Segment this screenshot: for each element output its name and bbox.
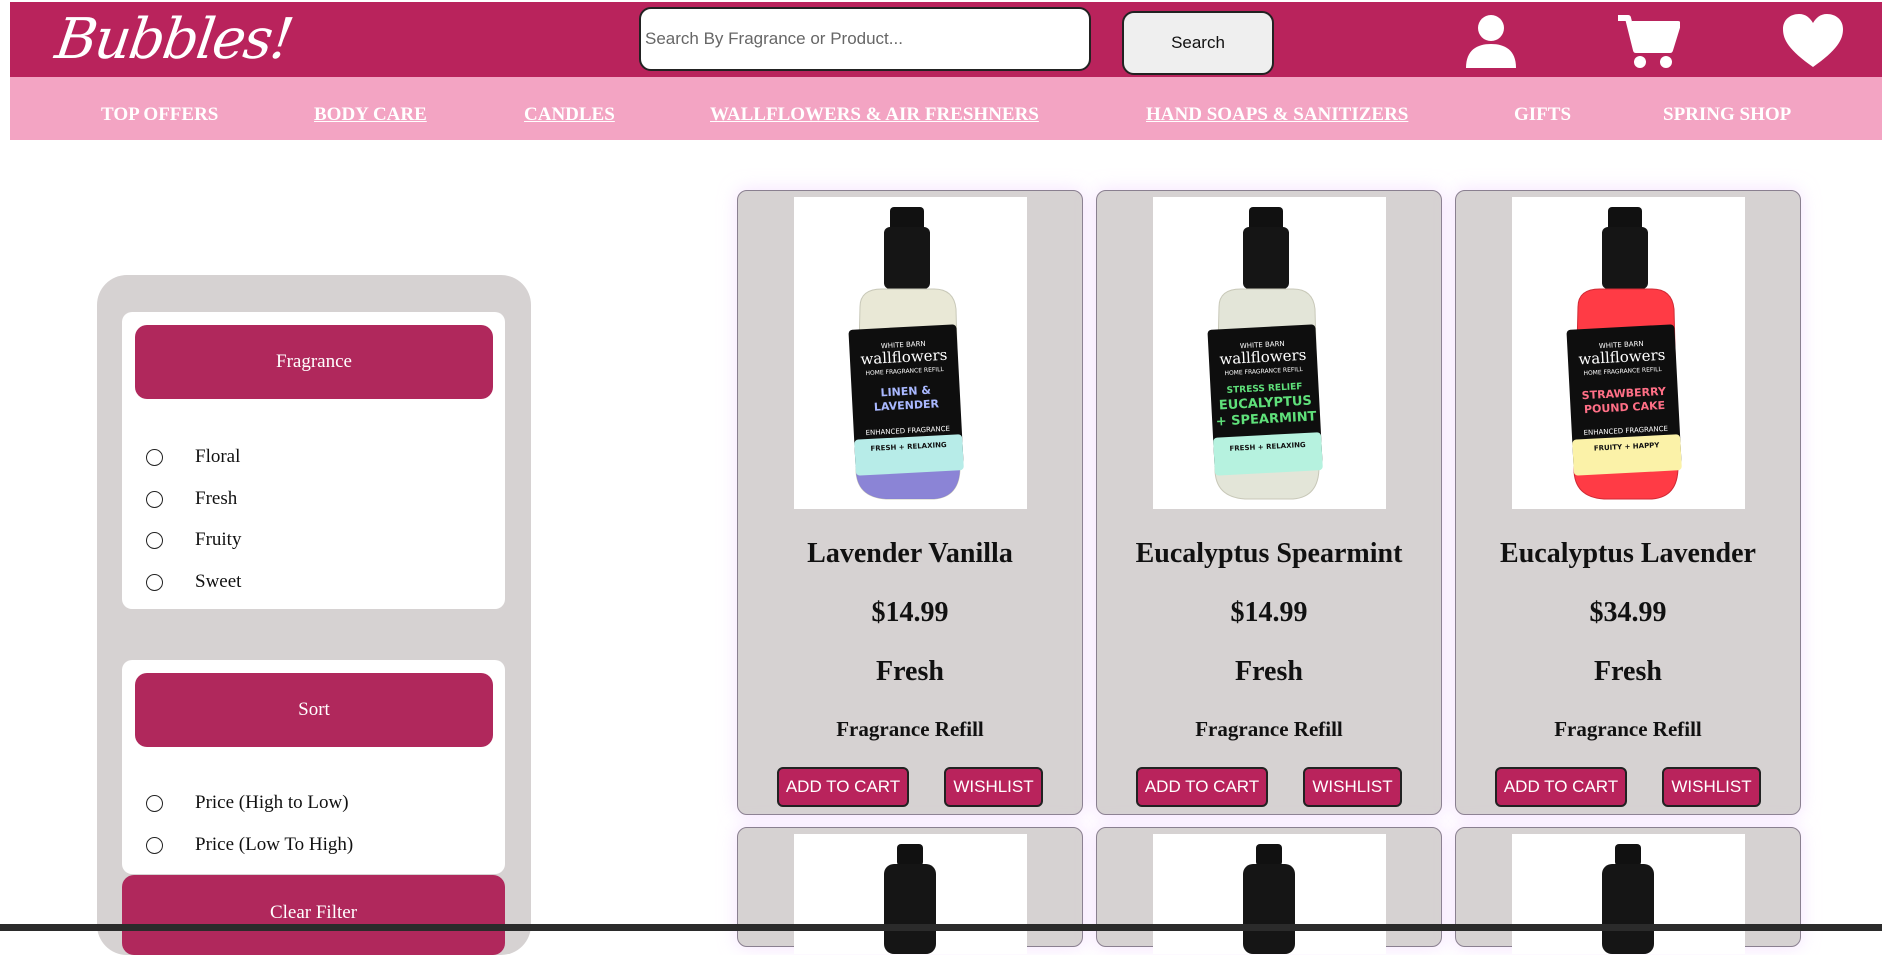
product-category: Fragrance Refill [1195, 717, 1343, 741]
product-card: WHITE BARN wallflowers HOME FRAGRANCE RE… [737, 190, 1083, 815]
fragrance-filter-panel: Fragrance Floral Fresh Fruity Sweet [122, 312, 505, 609]
radio-button[interactable] [146, 573, 163, 591]
nav-body-care[interactable]: BODY CARE [314, 77, 427, 140]
nav-top-offers[interactable]: TOP OFFERS [101, 77, 218, 140]
nav-spring-shop[interactable]: SPRING SHOP [1663, 77, 1791, 140]
add-to-cart-button[interactable]: ADD TO CART [777, 767, 909, 807]
clear-filter-button[interactable]: Clear Filter [122, 875, 505, 955]
bottle-illustration [884, 844, 936, 954]
sort-panel: Sort Price (High to Low) Price (Low To H… [122, 660, 505, 874]
category-nav: TOP OFFERS BODY CARE CANDLES WALLFLOWERS… [10, 77, 1882, 140]
product-card: WHITE BARN wallflowers HOME FRAGRANCE RE… [1096, 190, 1442, 815]
product-price: $34.99 [1589, 597, 1667, 628]
product-image[interactable] [1512, 834, 1745, 954]
bottle-illustration: WHITE BARN wallflowers HOME FRAGRANCE RE… [848, 207, 964, 500]
nav-candles[interactable]: CANDLES [524, 77, 615, 140]
sort-option-label: Price (Low To High) [195, 834, 354, 855]
product-image[interactable]: WHITE BARN wallflowers HOME FRAGRANCE RE… [1512, 197, 1745, 509]
user-icon[interactable] [1463, 12, 1519, 70]
product-name[interactable]: Eucalyptus Spearmint [1097, 538, 1441, 570]
top-header: Bubbles! Search [10, 2, 1882, 77]
nav-hand-soaps[interactable]: HAND SOAPS & SANITIZERS [1146, 77, 1408, 140]
filter-option-label: Fresh [195, 488, 238, 509]
product-fragrance-type: Fresh [1594, 656, 1662, 687]
filter-option-sweet[interactable]: Sweet [146, 567, 241, 597]
product-fragrance-type: Fresh [876, 656, 944, 687]
sort-option-low-to-high[interactable]: Price (Low To High) [146, 830, 353, 860]
sort-option-label: Price (High to Low) [195, 792, 349, 813]
product-image[interactable]: WHITE BARN wallflowers HOME FRAGRANCE RE… [794, 197, 1027, 509]
wishlist-button[interactable]: WISHLIST [1662, 767, 1761, 807]
search-button[interactable]: Search [1122, 11, 1274, 75]
bottle-illustration: WHITE BARN wallflowers HOME FRAGRANCE RE… [1566, 207, 1682, 500]
radio-button[interactable] [146, 531, 163, 549]
search-input[interactable] [639, 7, 1091, 71]
filter-option-floral[interactable]: Floral [146, 442, 240, 472]
cart-icon[interactable] [1616, 12, 1681, 70]
bottle-illustration [1243, 844, 1295, 954]
bottle-illustration: WHITE BARN wallflowers HOME FRAGRANCE RE… [1207, 207, 1323, 500]
product-name[interactable]: Eucalyptus Lavender [1456, 538, 1800, 570]
radio-button[interactable] [146, 836, 163, 854]
nav-gifts[interactable]: GIFTS [1514, 77, 1571, 140]
radio-button[interactable] [146, 490, 163, 508]
nav-wallflowers[interactable]: WALLFLOWERS & AIR FRESHNERS [710, 77, 1039, 140]
filter-option-label: Floral [195, 446, 241, 467]
product-card: WHITE BARN wallflowers HOME FRAGRANCE RE… [1455, 190, 1801, 815]
product-fragrance-type: Fresh [1235, 656, 1303, 687]
product-image[interactable]: WHITE BARN wallflowers HOME FRAGRANCE RE… [1153, 197, 1386, 509]
svg-text:LINEN &: LINEN & [880, 384, 931, 400]
fragrance-filter-header[interactable]: Fragrance [135, 325, 493, 399]
site-logo[interactable]: Bubbles! [51, 4, 296, 76]
product-price: $14.99 [1230, 597, 1308, 628]
bottle-illustration [1602, 844, 1654, 954]
filter-option-label: Fruity [195, 529, 242, 550]
add-to-cart-button[interactable]: ADD TO CART [1136, 767, 1268, 807]
wishlist-button[interactable]: WISHLIST [944, 767, 1043, 807]
product-image[interactable] [794, 834, 1027, 954]
window-bottom-edge [0, 924, 1882, 931]
wishlist-button[interactable]: WISHLIST [1303, 767, 1402, 807]
product-price: $14.99 [871, 597, 949, 628]
product-image[interactable] [1153, 834, 1386, 954]
product-category: Fragrance Refill [1554, 717, 1702, 741]
add-to-cart-button[interactable]: ADD TO CART [1495, 767, 1627, 807]
radio-button[interactable] [146, 448, 163, 466]
filter-option-fruity[interactable]: Fruity [146, 525, 241, 555]
product-category: Fragrance Refill [836, 717, 984, 741]
sort-header[interactable]: Sort [135, 673, 493, 747]
filter-sidebar: Fragrance Floral Fresh Fruity Sweet Sort… [97, 275, 531, 955]
product-name[interactable]: Lavender Vanilla [738, 538, 1082, 570]
filter-option-fresh[interactable]: Fresh [146, 484, 237, 514]
radio-button[interactable] [146, 794, 163, 812]
heart-icon[interactable] [1781, 12, 1845, 70]
sort-option-high-to-low[interactable]: Price (High to Low) [146, 788, 349, 818]
filter-option-label: Sweet [195, 571, 242, 592]
